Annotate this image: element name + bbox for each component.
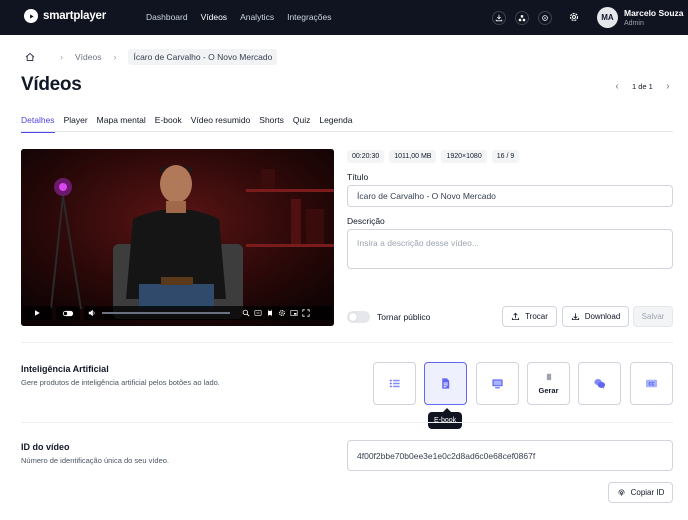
swap-button[interactable]: Trocar [502, 306, 557, 327]
breadcrumb-videos[interactable]: Vídeos [75, 52, 101, 62]
page-title: Vídeos [21, 74, 82, 95]
main-nav: Dashboard Vídeos Analytics Integrações [146, 12, 332, 22]
section-divider [21, 422, 673, 423]
ai-title: Inteligência Artificial [21, 364, 109, 374]
chevron-right-icon[interactable]: › [663, 80, 673, 92]
toggle-knob [349, 313, 357, 321]
video-id-field[interactable]: 4f00f2bbe70b0ee3e1e0c2d8ad6c0e68cef0867f [347, 440, 673, 471]
video-id-description: Número de identificação única do seu víd… [21, 456, 170, 465]
copy-id-label: Copiar ID [630, 488, 665, 497]
video-id-title: ID do vídeo [21, 442, 70, 452]
description-label: Descrição [347, 216, 385, 226]
search-icon[interactable] [242, 309, 250, 317]
chevron-right-icon: › [113, 52, 117, 62]
video-meta: 00:20:30 1011,00 MB 1920×1080 16 / 9 [347, 150, 520, 163]
aspect-chip: 16 / 9 [491, 150, 520, 163]
duration-chip: 00:20:30 [347, 150, 385, 163]
home-icon[interactable] [24, 51, 36, 63]
volume-icon[interactable] [88, 309, 96, 317]
progress-area[interactable] [84, 306, 332, 320]
brand-name: smartplayer [43, 10, 107, 22]
nav-integrations[interactable]: Integrações [287, 12, 331, 22]
play-button[interactable] [23, 306, 52, 320]
swap-label: Trocar [525, 312, 548, 321]
video-controls [23, 305, 332, 321]
chevron-right-icon: › [60, 52, 63, 62]
subtitles-button[interactable]: CC [630, 362, 673, 405]
download-label: Download [584, 312, 621, 321]
breadcrumb: › Vídeos › Ícaro de Carvalho - O Novo Me… [24, 49, 278, 65]
summary-video-button[interactable] [476, 362, 519, 405]
progress-track[interactable] [102, 312, 231, 314]
download-button[interactable]: Download [562, 306, 629, 327]
top-navbar: smartplayer Dashboard Vídeos Analytics I… [0, 0, 688, 35]
shorts-generate-button[interactable]: Gerar [527, 362, 570, 405]
nav-analytics[interactable]: Analytics [240, 12, 274, 22]
play-icon [35, 310, 41, 316]
ebook-tooltip: E-book [428, 408, 463, 429]
toggle-icon [62, 310, 74, 316]
cc-icon: CC [645, 379, 658, 388]
title-label: Título [347, 172, 369, 182]
download-tray-icon[interactable] [492, 11, 506, 25]
chat-bubbles-icon [594, 379, 606, 390]
nav-videos[interactable]: Vídeos [201, 12, 227, 22]
size-chip: 1011,00 MB [389, 150, 437, 163]
pager-label: 1 de 1 [632, 81, 653, 91]
list-icon [389, 379, 400, 388]
copy-id-button[interactable]: Copiar ID [608, 482, 673, 503]
breadcrumb-current: Ícaro de Carvalho - O Novo Mercado [128, 49, 278, 65]
chapters-icon[interactable] [254, 309, 262, 317]
upload-icon [512, 312, 520, 321]
title-input[interactable]: Ícaro de Carvalho - O Novo Mercado [347, 185, 673, 207]
mind-map-button[interactable] [373, 362, 416, 405]
video-thumbnail [21, 149, 334, 326]
save-label: Salvar [641, 312, 665, 321]
monitor-icon [492, 379, 503, 389]
resolution-chip: 1920×1080 [441, 150, 487, 163]
video-player[interactable] [21, 149, 334, 326]
ebook-button[interactable] [424, 362, 467, 405]
user-name: Marcelo Souza [624, 8, 684, 18]
generate-label: Gerar [538, 385, 559, 395]
pip-icon[interactable] [290, 309, 298, 317]
settings-gear-icon[interactable] [278, 309, 286, 317]
quiz-button[interactable] [578, 362, 621, 405]
fingerprint-icon [618, 489, 625, 496]
public-label: Tornar público [377, 312, 431, 322]
section-divider [21, 342, 673, 343]
help-icon[interactable] [538, 11, 552, 25]
user-info[interactable]: Marcelo Souza Admin [624, 8, 684, 27]
chip-icon[interactable] [266, 309, 274, 317]
user-role: Admin [624, 20, 644, 27]
network-icon[interactable] [515, 11, 529, 25]
save-button[interactable]: Salvar [633, 306, 673, 327]
nav-dashboard[interactable]: Dashboard [146, 12, 188, 22]
pager: ‹ 1 de 1 › [612, 80, 673, 92]
public-toggle[interactable] [347, 311, 370, 323]
fullscreen-icon[interactable] [302, 309, 311, 317]
phone-icon [546, 373, 551, 380]
download-icon [571, 313, 579, 321]
document-icon [442, 378, 450, 389]
chevron-left-icon[interactable]: ‹ [612, 80, 622, 92]
tabs-divider [21, 131, 673, 132]
brand-logo[interactable]: smartplayer [24, 9, 106, 23]
description-textarea[interactable]: Insira a descrição desse vídeo... [347, 229, 673, 269]
ai-description: Gere produtos de inteligência artificial… [21, 378, 220, 387]
settings-gear-icon[interactable] [568, 11, 580, 23]
quick-actions [492, 11, 552, 25]
play-logo-icon [24, 9, 38, 23]
speed-toggle[interactable] [55, 306, 81, 320]
svg-text:CC: CC [648, 381, 654, 386]
avatar[interactable]: MA [597, 7, 618, 28]
